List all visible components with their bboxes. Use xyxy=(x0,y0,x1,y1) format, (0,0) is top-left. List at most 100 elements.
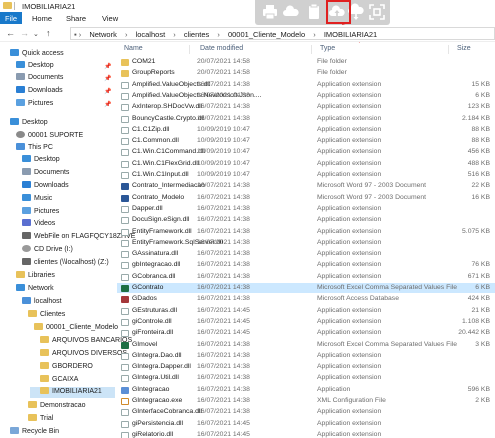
tab-home[interactable]: Home xyxy=(32,14,52,23)
nav-downloads[interactable]: Downloads xyxy=(16,86,63,97)
nav-pc-documents[interactable]: Documents xyxy=(22,168,69,179)
dll-file-icon xyxy=(121,172,129,179)
file-row[interactable]: C1.Common.dll 10/09/2019 10:47 Application… xyxy=(117,136,495,146)
file-row[interactable]: C1.C1Zip.dll 10/09/2019 10:47 Application … xyxy=(117,125,495,135)
nav-network[interactable]: Network xyxy=(16,284,54,295)
nav-this-pc[interactable]: This PC xyxy=(16,143,53,154)
nav-clientes[interactable]: Clientes xyxy=(28,310,65,321)
file-row[interactable]: COM21 20/07/2021 14:58 File folder xyxy=(117,57,495,67)
nav-suporte[interactable]: 00001 SUPORTE xyxy=(16,131,83,142)
file-size: 123 KB xyxy=(467,103,490,111)
file-name: BouncyCastle.Crypto.dll xyxy=(132,114,205,122)
nav-music[interactable]: Music xyxy=(22,194,52,205)
file-row[interactable]: giPersistencia.dll 16/07/2021 14:45 Applic… xyxy=(117,419,495,429)
nav-pc-pictures[interactable]: Pictures xyxy=(22,207,59,218)
column-header-size[interactable]: Size xyxy=(457,43,471,55)
file-date: 16/07/2021 14:38 xyxy=(197,193,250,201)
file-row[interactable]: giRelatorio.dll 16/07/2021 14:45 Applicati… xyxy=(117,430,495,438)
nav-localhost[interactable]: localhost xyxy=(22,297,62,308)
file-row[interactable]: giFronteira.dll 16/07/2021 14:45 Applicati… xyxy=(117,328,495,338)
nav-pc-downloads[interactable]: Downloads xyxy=(22,181,69,192)
folder-file-icon xyxy=(121,59,129,66)
breadcrumb-clientes[interactable]: clientes xyxy=(184,30,209,39)
breadcrumb-imobiliaria21[interactable]: IMOBILIARIA21 xyxy=(324,30,377,39)
file-row[interactable]: C1.Win.C1Input.dll 10/09/2019 10:47 Applic… xyxy=(117,170,495,180)
file-row[interactable]: GImovel 16/07/2021 14:38 Microsoft Excel C… xyxy=(117,340,495,350)
column-divider[interactable] xyxy=(189,45,190,54)
column-header-name[interactable]: Name xyxy=(124,43,143,55)
file-row[interactable]: GInterfaceCobranca.dll 16/07/2021 14:38 Ap… xyxy=(117,407,495,417)
file-row[interactable]: Dapper.dll 16/07/2021 14:38 Application ex… xyxy=(117,204,495,214)
nav-desktop[interactable]: Desktop xyxy=(16,61,54,72)
file-row[interactable]: Amplified.ValueObjects.dll 16/07/2021 14:… xyxy=(117,80,495,90)
file-row[interactable]: GIntegra.Dao.dll 16/07/2021 14:38 Applicat… xyxy=(117,351,495,361)
file-size: 1.108 KB xyxy=(462,317,490,325)
file-row[interactable]: GIntegracao.exe 16/07/2021 14:38 XML Confi… xyxy=(117,396,495,406)
file-row[interactable]: giControle.dll 16/07/2021 14:45 Applicatio… xyxy=(117,317,495,327)
nav-clientes-drive[interactable]: clientes (\\localhost) (Z:) xyxy=(22,258,109,269)
file-row[interactable]: EntityFramework.dll 16/07/2021 14:38 Appli… xyxy=(117,227,495,237)
file-row[interactable]: EntityFramework.SqlServer.dll 16/07/2021 … xyxy=(117,238,495,248)
file-row[interactable]: GAssinatura.dll 16/07/2021 14:38 Applicati… xyxy=(117,249,495,259)
nav-pictures[interactable]: Pictures xyxy=(16,99,53,110)
file-type: Application extension xyxy=(317,91,382,99)
file-row[interactable]: C1.Win.C1FlexGrid.dll 10/09/2019 10:47 App… xyxy=(117,159,495,169)
file-row[interactable]: GIntegra.Util.dll 16/07/2021 14:38 Applica… xyxy=(117,373,495,383)
file-row[interactable]: BouncyCastle.Crypto.dll 16/07/2021 14:38 A… xyxy=(117,114,495,124)
pin-icon[interactable]: 📌 xyxy=(104,63,111,70)
file-date: 10/09/2019 10:47 xyxy=(197,159,250,167)
tab-file[interactable]: File xyxy=(0,12,22,24)
nav-gbordero[interactable]: GBORDERO xyxy=(40,362,93,373)
file-row[interactable]: Amplified.ValueObjects.Newtonsoft.Json..… xyxy=(117,91,495,101)
file-row[interactable]: GIntegra.Dapper.dll 16/07/2021 14:38 Appli… xyxy=(117,362,495,372)
fullscreen-icon[interactable] xyxy=(368,3,386,21)
nav-cd-drive[interactable]: CD Drive (I:) xyxy=(22,245,73,256)
column-header-type[interactable]: Type xyxy=(320,43,335,55)
file-row[interactable]: GContrato 16/07/2021 14:38 Microsoft Excel… xyxy=(117,283,495,293)
file-row[interactable]: Contrato_Intermediacao 16/07/2021 14:38 Mi… xyxy=(117,181,495,191)
file-row[interactable]: C1.Win.C1Command.dll 10/09/2019 10:47 Appl… xyxy=(117,147,495,157)
nav-cliente-modelo[interactable]: 00001_Cliente_Modelo xyxy=(34,323,118,334)
pin-icon[interactable]: 📌 xyxy=(104,75,111,82)
file-row[interactable]: GIntegracao 16/07/2021 14:38 Application 59… xyxy=(117,385,495,395)
nav-imobiliaria21[interactable]: IMOBILIARIA21 xyxy=(30,387,115,398)
nav-documents[interactable]: Documents xyxy=(16,73,63,84)
column-divider[interactable] xyxy=(311,45,312,54)
breadcrumb-localhost[interactable]: localhost xyxy=(136,30,166,39)
back-icon[interactable]: ← xyxy=(6,28,15,38)
file-row[interactable]: GCobranca.dll 16/07/2021 14:38 Application… xyxy=(117,272,495,282)
file-row[interactable]: gbIntegracao.dll 16/07/2021 14:38 Applicat… xyxy=(117,260,495,270)
file-row[interactable]: GDados 16/07/2021 14:38 Microsoft Access D… xyxy=(117,294,495,304)
file-row[interactable]: DocuSign.eSign.dll 16/07/2021 14:38 Applic… xyxy=(117,215,495,225)
nav-desktop-root[interactable]: Desktop xyxy=(10,118,48,129)
dll-file-icon xyxy=(121,431,129,438)
breadcrumb-network[interactable]: Network xyxy=(89,30,117,39)
nav-demonstracao[interactable]: Demonstracao xyxy=(28,401,86,412)
cloud-icon[interactable] xyxy=(282,3,300,21)
file-row[interactable]: GEstruturas.dll 16/07/2021 14:45 Applicati… xyxy=(117,306,495,316)
nav-pc-desktop[interactable]: Desktop xyxy=(22,155,60,166)
print-icon[interactable] xyxy=(261,3,279,21)
file-row[interactable]: AxInterop.SHDocVw.dll 16/07/2021 14:38 App… xyxy=(117,102,495,112)
column-divider[interactable] xyxy=(448,45,449,54)
nav-arquivos-diversos[interactable]: ARQUIVOS DIVERSOS xyxy=(40,349,127,360)
pin-icon[interactable]: 📌 xyxy=(104,88,111,95)
file-row[interactable]: Contrato_Modelo 16/07/2021 14:38 Microsoft… xyxy=(117,193,495,203)
nav-quick-access[interactable]: Quick access xyxy=(10,49,64,60)
recent-locations-icon[interactable]: ⌄ xyxy=(33,30,39,38)
nav-libraries[interactable]: Libraries xyxy=(16,271,55,282)
nav-recycle-bin[interactable]: Recycle Bin xyxy=(10,427,59,438)
pin-icon[interactable]: 📌 xyxy=(104,101,111,108)
paste-icon[interactable] xyxy=(305,3,323,21)
up-icon[interactable]: ↑ xyxy=(46,28,51,38)
column-header-date[interactable]: Date modified xyxy=(200,43,243,55)
address-field[interactable]: ▪ › Network › localhost › clientes › 000… xyxy=(70,27,495,40)
breadcrumb-cliente-modelo[interactable]: 00001_Cliente_Modelo xyxy=(228,30,305,39)
file-row[interactable]: GroupReports 20/07/2021 14:58 File folder xyxy=(117,68,495,78)
nav-trial[interactable]: Trial xyxy=(28,414,53,425)
nav-videos[interactable]: Videos xyxy=(22,219,55,230)
tab-share[interactable]: Share xyxy=(66,14,86,23)
forward-icon[interactable]: → xyxy=(20,28,29,38)
tab-view[interactable]: View xyxy=(102,14,118,23)
nav-gcaixa[interactable]: GCAIXA xyxy=(40,375,78,386)
